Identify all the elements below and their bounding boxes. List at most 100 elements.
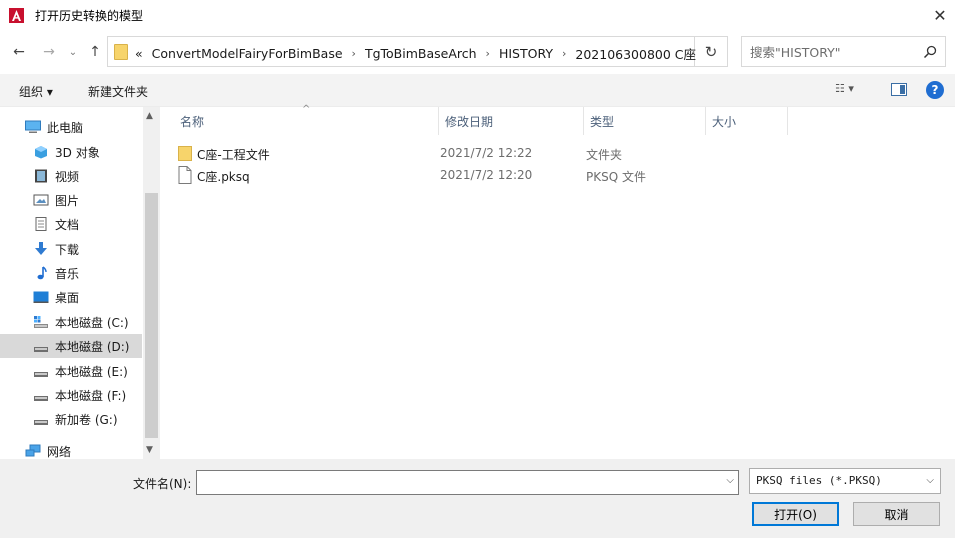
up-button[interactable]: ↑	[86, 42, 104, 62]
column-divider[interactable]	[787, 107, 788, 135]
sidebar-item-label: 新加卷 (G:)	[55, 412, 118, 427]
sidebar-item-label: 下载	[55, 242, 80, 257]
file-date: 2021/7/2 12:20	[440, 168, 533, 182]
system-drive-icon	[33, 315, 49, 329]
filetype-select[interactable]: PKSQ files (*.PKSQ) ⌵	[749, 468, 941, 494]
drive-icon	[33, 412, 49, 426]
recent-locations-button[interactable]: ⌄	[67, 42, 79, 62]
autocad-app-icon	[9, 8, 24, 23]
title-bar: 打开历史转换的模型 ✕	[0, 0, 955, 31]
file-list: ^ 名称 修改日期 类型 大小 C座-工程文件 2021/7/2 12:22 文…	[160, 104, 955, 459]
file-date: 2021/7/2 12:22	[440, 146, 533, 160]
forward-arrow-icon: →	[43, 44, 55, 60]
drive-icon	[33, 388, 49, 402]
scrollbar-thumb[interactable]	[145, 193, 158, 438]
scroll-down-icon[interactable]: ▼	[146, 445, 153, 455]
sidebar-item-drive-d[interactable]: 本地磁盘 (D:)	[0, 334, 142, 358]
sidebar-item-drive-e[interactable]: 本地磁盘 (E:)	[0, 359, 142, 383]
navigation-pane: 此电脑 3D 对象 视频 图片 文档 下载 音乐 桌面 本地磁盘 (C:) 本地…	[0, 107, 160, 459]
sidebar-item-label: 音乐	[55, 266, 80, 281]
open-button[interactable]: 打开(O)	[752, 502, 839, 526]
folder-icon	[178, 146, 192, 161]
file-icon	[178, 166, 192, 184]
column-header-name[interactable]: 名称	[180, 113, 204, 135]
chevron-down-icon: ⌵	[926, 475, 934, 486]
sidebar-item-desktop[interactable]: 桌面	[0, 285, 142, 309]
view-options-button[interactable]: ☷ ▾	[835, 82, 854, 95]
breadcrumb-separator[interactable]: ›	[352, 47, 356, 60]
breadcrumb-separator[interactable]: ›	[486, 47, 490, 60]
sidebar-item-downloads[interactable]: 下载	[0, 237, 142, 261]
details-view-icon: ☷ ▾	[835, 82, 854, 95]
close-button[interactable]: ✕	[925, 0, 955, 31]
sidebar-item-drive-c[interactable]: 本地磁盘 (C:)	[0, 310, 142, 334]
back-arrow-icon: ←	[13, 44, 25, 60]
column-header-date[interactable]: 修改日期	[445, 113, 493, 135]
pc-icon	[25, 120, 41, 134]
address-row: ← → ⌄ ↑ « ConvertModelFairyForBimBase › …	[0, 31, 955, 74]
sidebar-item-videos[interactable]: 视频	[0, 164, 142, 188]
file-type: PKSQ 文件	[586, 170, 646, 184]
address-bar[interactable]: « ConvertModelFairyForBimBase › TgToBimB…	[107, 36, 696, 67]
search-box[interactable]	[741, 36, 946, 67]
sidebar-item-network[interactable]: 网络	[0, 439, 142, 459]
sidebar-item-drive-g[interactable]: 新加卷 (G:)	[0, 407, 142, 431]
column-divider[interactable]	[583, 107, 584, 135]
search-icon	[923, 45, 937, 59]
sidebar-item-documents[interactable]: 文档	[0, 212, 142, 236]
network-icon	[25, 444, 41, 458]
sidebar-scrollbar[interactable]: ▲ ▼	[143, 107, 160, 459]
dialog-footer: 文件名(N): ⌵ PKSQ files (*.PKSQ) ⌵ 打开(O) 取消	[0, 459, 955, 538]
breadcrumb: « ConvertModelFairyForBimBase › TgToBimB…	[135, 44, 696, 63]
download-icon	[33, 242, 49, 256]
back-button[interactable]: ←	[10, 42, 28, 62]
column-header-type[interactable]: 类型	[590, 113, 614, 135]
breadcrumb-item[interactable]: 202106300800 C座	[575, 44, 696, 63]
pictures-icon	[33, 193, 49, 207]
file-name: C座-工程文件	[197, 148, 270, 162]
preview-pane-button[interactable]	[891, 83, 907, 96]
help-button[interactable]: ?	[926, 81, 944, 99]
sidebar-item-this-pc[interactable]: 此电脑	[0, 115, 142, 139]
filetype-value: PKSQ files (*.PKSQ)	[756, 474, 882, 487]
breadcrumb-item[interactable]: HISTORY	[499, 46, 553, 61]
music-icon	[33, 266, 49, 280]
cancel-button[interactable]: 取消	[853, 502, 940, 526]
breadcrumb-item[interactable]: TgToBimBaseArch	[365, 46, 477, 61]
desktop-icon	[33, 290, 49, 304]
sidebar-item-3d-objects[interactable]: 3D 对象	[0, 140, 142, 164]
sidebar-item-label: 桌面	[55, 290, 80, 305]
sidebar-item-pictures[interactable]: 图片	[0, 188, 142, 212]
breadcrumb-item[interactable]: ConvertModelFairyForBimBase	[152, 46, 343, 61]
folder-icon	[114, 44, 128, 60]
sidebar-item-label: 本地磁盘 (E:)	[55, 364, 128, 379]
scroll-up-icon[interactable]: ▲	[146, 111, 153, 121]
sidebar-item-label: 图片	[55, 193, 80, 208]
sidebar-item-drive-f[interactable]: 本地磁盘 (F:)	[0, 383, 142, 407]
documents-icon	[33, 217, 49, 231]
refresh-button[interactable]: ↻	[695, 36, 728, 67]
breadcrumb-overflow[interactable]: «	[135, 46, 143, 61]
filename-input[interactable]	[201, 474, 711, 492]
search-input[interactable]	[750, 43, 915, 61]
filename-combobox[interactable]: ⌵	[196, 470, 739, 495]
sidebar-item-label: 3D 对象	[55, 145, 100, 160]
column-divider[interactable]	[438, 107, 439, 135]
forward-button[interactable]: →	[40, 42, 58, 62]
table-row[interactable]: C座.pksq 2021/7/2 12:20 PKSQ 文件	[177, 165, 797, 187]
sort-ascending-icon: ^	[302, 104, 311, 115]
column-header-size[interactable]: 大小	[712, 113, 736, 135]
breadcrumb-separator[interactable]: ›	[562, 47, 566, 60]
table-row[interactable]: C座-工程文件 2021/7/2 12:22 文件夹	[177, 143, 797, 165]
help-icon: ?	[931, 83, 939, 97]
command-bar: 组织 ▾ 新建文件夹 ☷ ▾ ?	[0, 74, 955, 107]
sidebar-item-label: 本地磁盘 (D:)	[55, 339, 130, 354]
chevron-down-icon[interactable]: ⌵	[726, 475, 734, 486]
column-divider[interactable]	[705, 107, 706, 135]
new-folder-button[interactable]: 新建文件夹	[88, 83, 148, 100]
video-icon	[33, 169, 49, 183]
sidebar-item-music[interactable]: 音乐	[0, 261, 142, 285]
chevron-down-icon: ⌄	[68, 46, 78, 58]
sidebar-item-label: 本地磁盘 (C:)	[55, 315, 129, 330]
organize-button[interactable]: 组织 ▾	[19, 83, 53, 100]
